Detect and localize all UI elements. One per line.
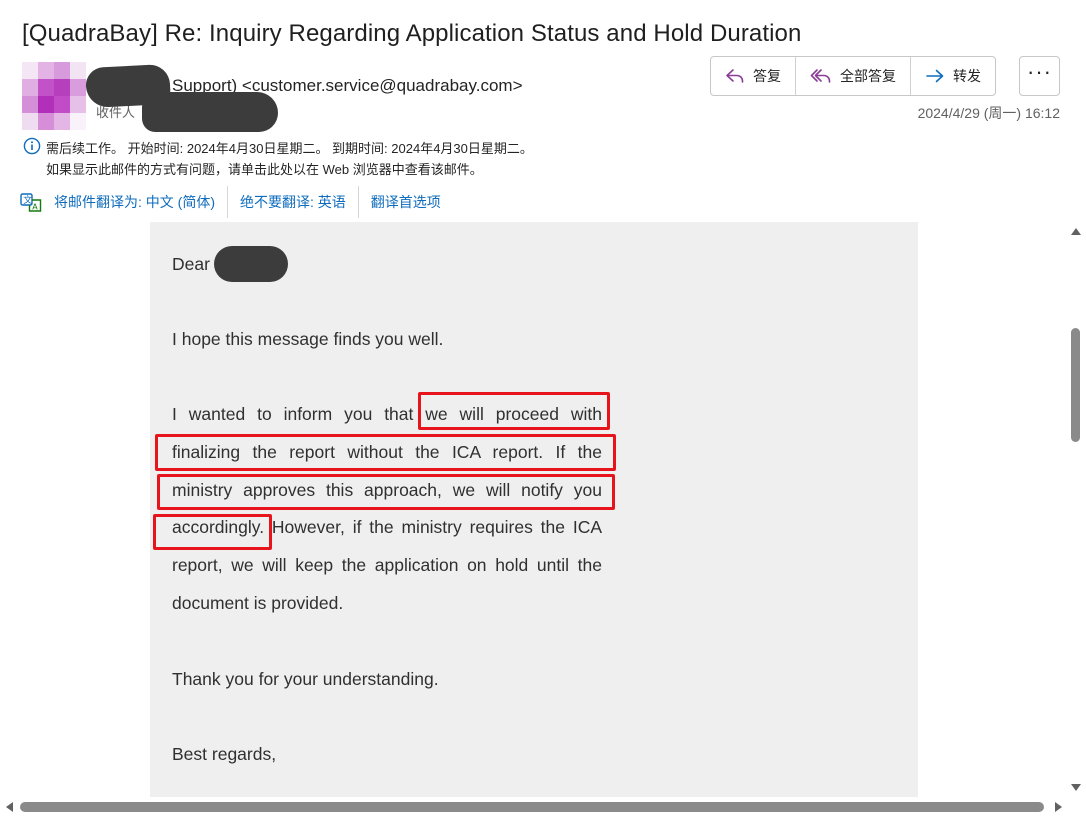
scroll-right-icon[interactable] xyxy=(1055,802,1062,812)
more-icon: ··· xyxy=(1027,59,1052,84)
scroll-up-icon[interactable] xyxy=(1071,228,1081,235)
translate-icon: 文A xyxy=(20,191,42,213)
scroll-left-icon[interactable] xyxy=(6,802,13,812)
scroll-thumb[interactable] xyxy=(1071,328,1080,442)
message-actions: 答复 全部答复 转发 xyxy=(710,56,996,96)
email-subject: [QuadraBay] Re: Inquiry Regarding Applic… xyxy=(22,20,802,47)
reply-button[interactable]: 答复 xyxy=(711,57,796,95)
scroll-thumb-horizontal[interactable] xyxy=(20,802,1044,812)
highlight-box xyxy=(418,392,610,430)
redacted-recipient xyxy=(142,92,278,132)
forward-icon xyxy=(925,68,945,84)
reply-all-button[interactable]: 全部答复 xyxy=(796,57,911,95)
body-paragraph: I hope this message finds you well. xyxy=(172,329,444,349)
signoff: Best regards, xyxy=(172,744,277,764)
scroll-down-icon[interactable] xyxy=(1071,784,1081,791)
info-icon xyxy=(23,137,41,155)
translation-preferences-link[interactable]: 翻译首选项 xyxy=(359,186,453,218)
reply-label: 答复 xyxy=(753,68,781,84)
more-actions-button[interactable]: ··· xyxy=(1019,56,1060,96)
translate-to-link[interactable]: 将邮件翻译为: 中文 (简体) xyxy=(54,186,228,218)
horizontal-scrollbar[interactable] xyxy=(0,797,1066,817)
web-view-notice[interactable]: 如果显示此邮件的方式有问题，请单击此处以在 Web 浏览器中查看该邮件。 xyxy=(46,159,483,178)
vertical-scrollbar[interactable] xyxy=(1066,222,1086,797)
reply-all-icon xyxy=(810,68,832,84)
forward-button[interactable]: 转发 xyxy=(911,57,995,95)
translate-bar: 文A 将邮件翻译为: 中文 (简体) 绝不要翻译: 英语 翻译首选项 xyxy=(20,186,453,218)
body-paragraph: Thank you for your understanding. xyxy=(172,669,439,689)
reply-icon xyxy=(725,68,745,84)
svg-text:A: A xyxy=(32,203,38,212)
message-body: Dear I hope this message finds you well.… xyxy=(150,222,918,797)
never-translate-link[interactable]: 绝不要翻译: 英语 xyxy=(228,186,359,218)
forward-label: 转发 xyxy=(953,68,981,84)
redacted-recipient-name xyxy=(214,246,288,282)
highlight-box xyxy=(157,474,615,510)
followup-notice: 需后续工作。 开始时间: 2024年4月30日星期二。 到期时间: 2024年4… xyxy=(46,141,533,156)
highlight-box xyxy=(155,434,616,471)
highlight-box xyxy=(153,514,272,550)
svg-text:文: 文 xyxy=(23,194,32,206)
reply-all-label: 全部答复 xyxy=(840,68,896,84)
received-datetime: 2024/4/29 (周一) 16:12 xyxy=(917,105,1060,121)
sender-avatar[interactable] xyxy=(22,62,86,130)
